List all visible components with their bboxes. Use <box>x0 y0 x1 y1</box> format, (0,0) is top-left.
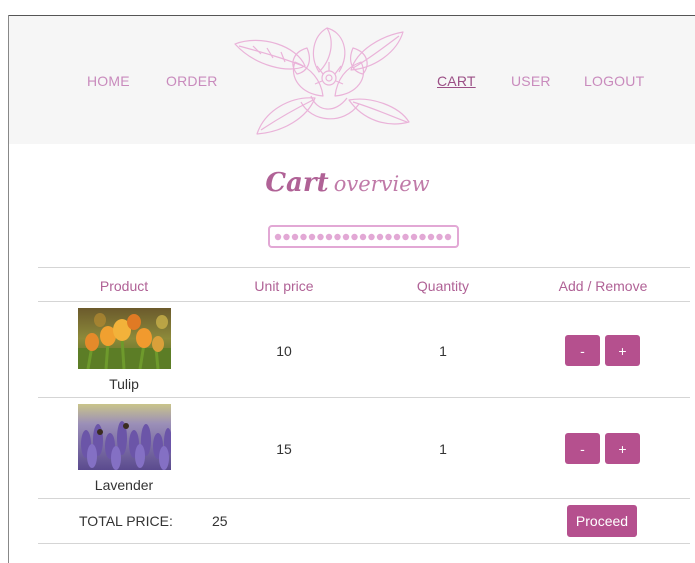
decrease-quantity-button[interactable]: - <box>565 433 600 464</box>
decrease-quantity-button[interactable]: - <box>565 335 600 366</box>
page-title: Cart overview <box>0 168 695 198</box>
site-header: HOME ORDER CART USER LOGOUT <box>9 16 695 144</box>
column-header-add-remove: Add / Remove <box>558 278 648 294</box>
nav-logout-link[interactable]: LOGOUT <box>584 73 644 89</box>
increase-quantity-button[interactable]: + <box>605 335 640 366</box>
table-row-border <box>38 498 690 499</box>
nav-home-link[interactable]: HOME <box>87 73 130 89</box>
product-name: Lavender <box>94 477 154 493</box>
increase-quantity-button[interactable]: + <box>605 433 640 464</box>
table-row-border <box>38 397 690 398</box>
column-header-product: Product <box>99 278 149 294</box>
quantity-value: 1 <box>439 343 447 359</box>
quantity-value: 1 <box>439 441 447 457</box>
total-price-label: TOTAL PRICE: <box>79 513 173 529</box>
table-bottom-border <box>38 543 690 544</box>
nav-user-link[interactable]: USER <box>511 73 551 89</box>
tulip-image <box>78 308 171 369</box>
product-name: Tulip <box>109 376 139 392</box>
unit-price-value: 15 <box>276 441 292 457</box>
nav-order-link[interactable]: ORDER <box>166 73 218 89</box>
table-header-border <box>38 301 690 302</box>
unit-price-value: 10 <box>276 343 292 359</box>
lavender-image <box>78 404 171 470</box>
magnolia-flower-logo <box>234 27 410 135</box>
proceed-button[interactable]: Proceed <box>567 505 637 537</box>
column-header-unit-price: Unit price <box>254 278 314 294</box>
nav-cart-link[interactable]: CART <box>437 73 476 89</box>
total-price-value: 25 <box>212 513 228 529</box>
beaded-divider <box>268 225 459 248</box>
page-title-sub: overview <box>333 172 430 196</box>
column-header-quantity: Quantity <box>416 278 470 294</box>
table-top-border <box>38 267 690 268</box>
beaded-divider-dots <box>274 233 452 241</box>
page-title-main: Cart <box>265 168 329 198</box>
